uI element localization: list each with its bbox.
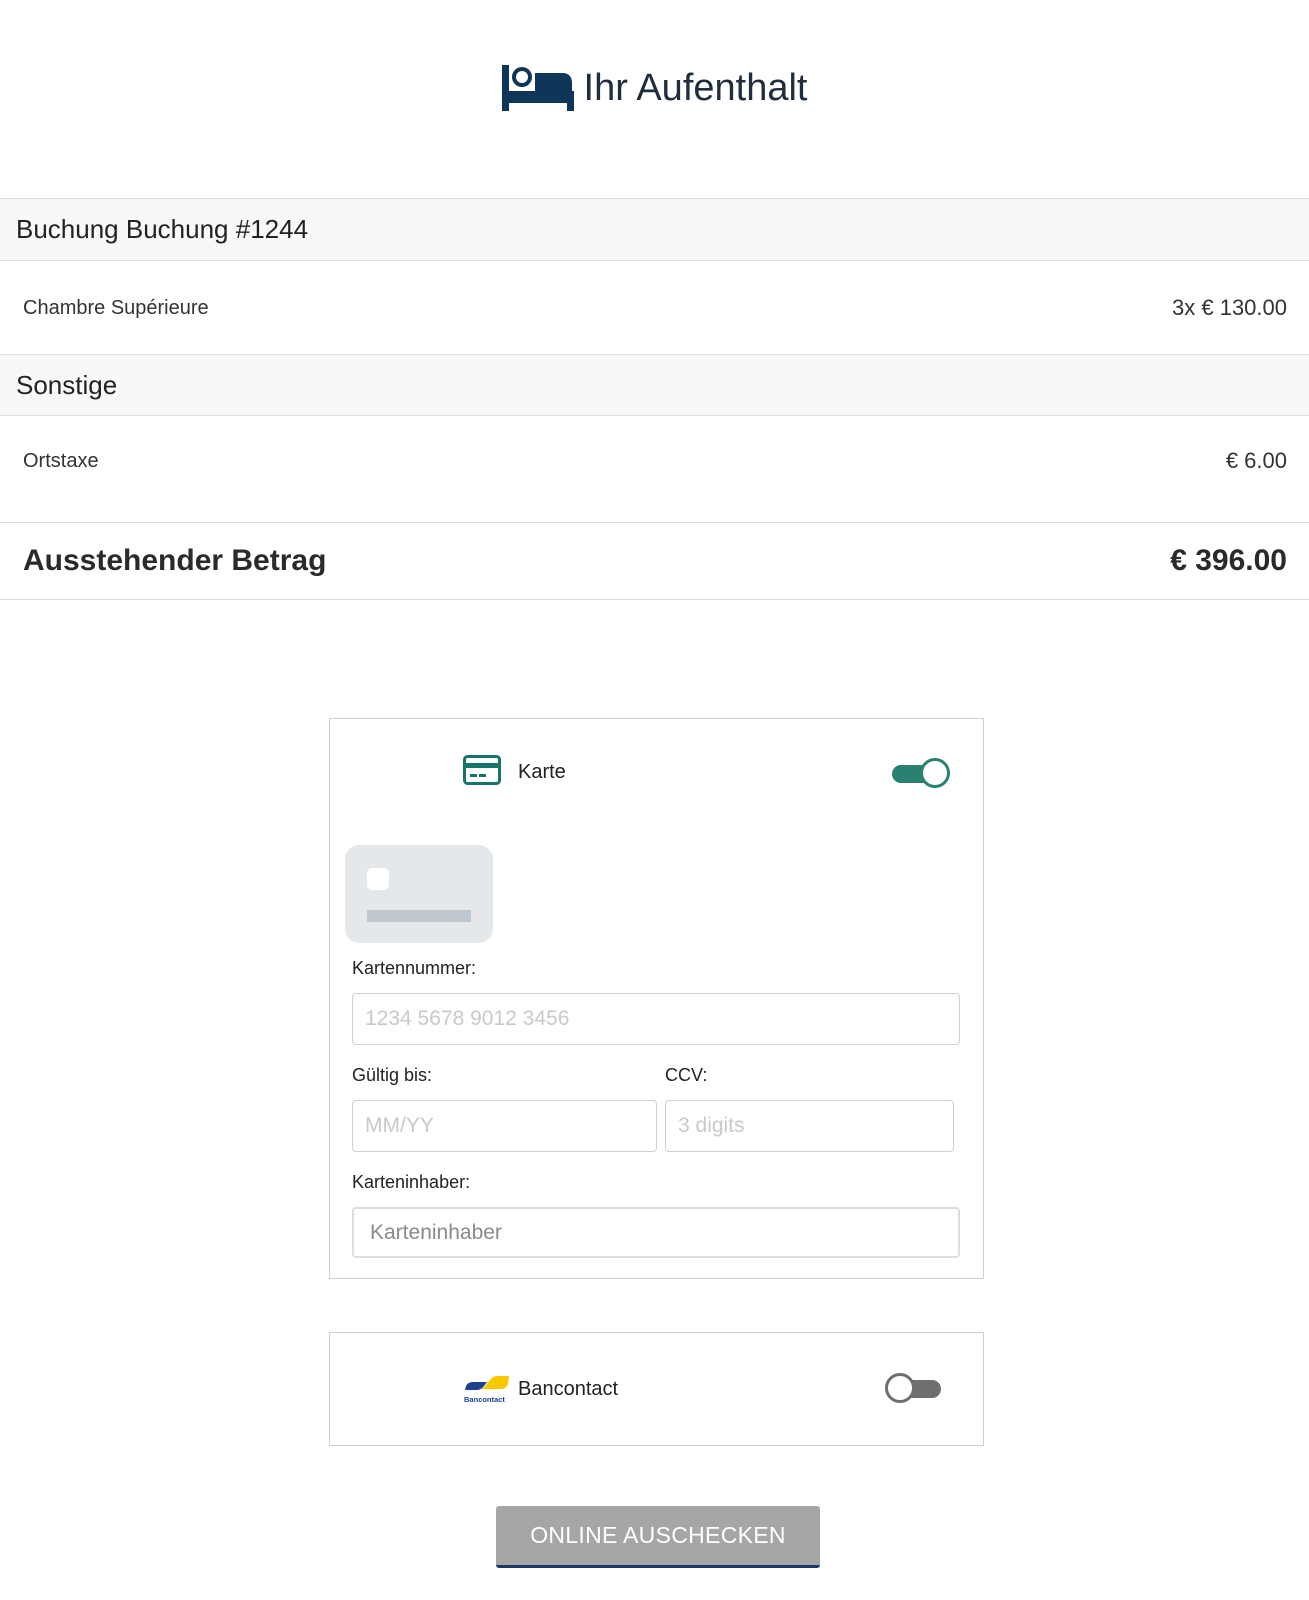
bancontact-logo-text: Bancontact [464,1395,505,1404]
online-checkout-button[interactable]: ONLINE AUSCHECKEN [496,1506,820,1568]
booking-line-item: Chambre Supérieure 3x € 130.00 [0,262,1309,354]
bancontact-payment-panel: Bancontact Bancontact [329,1332,984,1446]
card-number-input[interactable] [352,993,960,1045]
card-number-label: Kartennummer: [352,958,477,978]
outstanding-amount-row: Ausstehender Betrag € 396.00 [0,522,1309,600]
ccv-input[interactable] [665,1100,954,1152]
line-item-name: Chambre Supérieure [23,296,209,319]
toggle-knob [885,1373,915,1403]
expiry-label: Gültig bis: [352,1065,433,1085]
card-number-strip [367,910,471,922]
bancontact-method-header: Bancontact Bancontact [330,1360,985,1420]
line-item-price: € 6.00 [1225,448,1287,473]
card-method-toggle[interactable] [890,757,950,789]
bed-icon [501,65,574,111]
card-method-header: Karte [330,743,985,803]
cardholder-input[interactable] [352,1207,960,1258]
cardholder-label: Karteninhaber: [352,1172,471,1192]
page-title: Ihr Aufenthalt [583,66,808,109]
credit-card-icon [463,755,501,785]
card-payment-panel: Karte Kartennummer: Gültig bis: CCV: Kar… [329,718,984,1279]
card-chip [367,868,389,890]
ccv-label: CCV: [665,1065,708,1085]
card-method-label: Karte [518,761,566,783]
bancontact-logo-icon: Bancontact [464,1376,509,1404]
line-item-name: Ortstaxe [23,449,99,472]
line-item-price: 3x € 130.00 [1172,295,1287,320]
card-illustration [345,845,493,943]
expiry-input[interactable] [352,1100,657,1152]
outstanding-amount-value: € 396.00 [1170,544,1287,577]
other-section-title: Sonstige [0,354,1309,416]
other-line-item: Ortstaxe € 6.00 [0,417,1309,505]
toggle-knob [920,758,950,788]
outstanding-amount-label: Ausstehender Betrag [23,544,327,577]
booking-section-title: Buchung Buchung #1244 [0,198,1309,261]
bancontact-method-label: Bancontact [518,1378,619,1400]
page-header: Ihr Aufenthalt [0,60,1309,116]
bancontact-method-toggle[interactable] [885,1372,945,1404]
